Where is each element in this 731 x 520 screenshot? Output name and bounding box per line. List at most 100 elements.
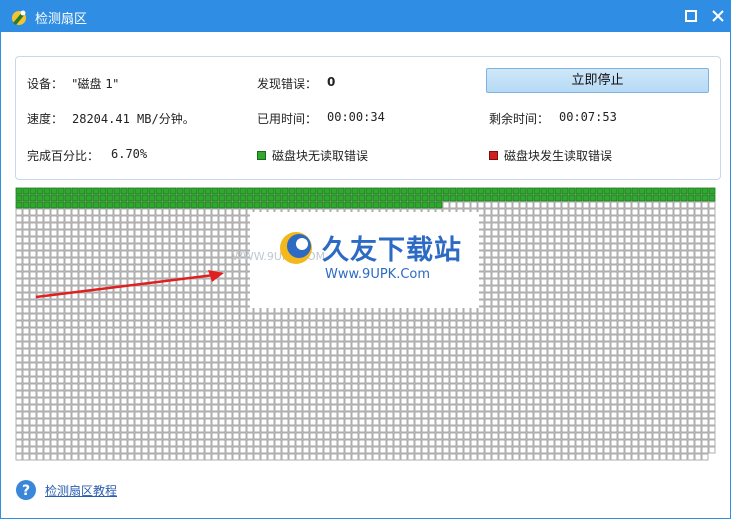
- disk-block: [85, 355, 93, 363]
- disk-block: [85, 194, 93, 202]
- disk-block: [141, 355, 149, 363]
- disk-block: [316, 446, 324, 454]
- disk-block: [582, 397, 590, 405]
- disk-block: [148, 222, 156, 230]
- disk-block: [659, 439, 667, 447]
- disk-block: [50, 341, 58, 349]
- disk-block: [134, 306, 142, 314]
- disk-block: [701, 327, 709, 335]
- disk-block: [50, 362, 58, 370]
- disk-block: [512, 292, 520, 300]
- disk-block: [421, 194, 429, 202]
- disk-block: [505, 236, 513, 244]
- disk-block: [680, 453, 688, 461]
- disk-block: [22, 264, 30, 272]
- disk-block: [519, 299, 527, 307]
- disk-block: [540, 376, 548, 384]
- disk-block: [176, 313, 184, 321]
- disk-block: [645, 299, 653, 307]
- disk-block: [582, 229, 590, 237]
- disk-block: [554, 439, 562, 447]
- disk-block: [204, 432, 212, 440]
- disk-block: [106, 201, 114, 209]
- disk-block: [127, 397, 135, 405]
- disk-block: [281, 439, 289, 447]
- disk-block: [78, 243, 86, 251]
- disk-block: [57, 201, 65, 209]
- disk-block: [274, 411, 282, 419]
- disk-block: [57, 194, 65, 202]
- disk-block: [708, 264, 716, 272]
- disk-block: [505, 404, 513, 412]
- disk-block: [99, 383, 107, 391]
- disk-block: [631, 236, 639, 244]
- disk-block: [22, 446, 30, 454]
- disk-block: [582, 411, 590, 419]
- disk-block: [134, 313, 142, 321]
- help-tutorial-link[interactable]: 检测扇区教程: [45, 482, 117, 499]
- disk-block: [666, 278, 674, 286]
- disk-block: [50, 243, 58, 251]
- disk-block: [561, 222, 569, 230]
- disk-block: [687, 222, 695, 230]
- disk-block: [638, 453, 646, 461]
- disk-block: [645, 229, 653, 237]
- disk-block: [120, 439, 128, 447]
- disk-block: [505, 383, 513, 391]
- disk-block: [603, 439, 611, 447]
- disk-block: [344, 397, 352, 405]
- disk-block: [15, 348, 23, 356]
- disk-block: [498, 355, 506, 363]
- title-bar[interactable]: 检测扇区: [1, 1, 730, 32]
- disk-block: [148, 250, 156, 258]
- disk-block: [190, 341, 198, 349]
- disk-block: [323, 369, 331, 377]
- disk-block: [316, 453, 324, 461]
- disk-block: [484, 243, 492, 251]
- disk-block: [365, 320, 373, 328]
- disk-block: [190, 397, 198, 405]
- help-question-icon[interactable]: ?: [15, 479, 37, 501]
- disk-block: [596, 299, 604, 307]
- disk-block: [631, 439, 639, 447]
- disk-block: [659, 292, 667, 300]
- disk-block: [596, 229, 604, 237]
- disk-block: [407, 418, 415, 426]
- disk-block: [85, 208, 93, 216]
- disk-block: [575, 271, 583, 279]
- disk-block: [253, 376, 261, 384]
- disk-block: [519, 243, 527, 251]
- disk-block: [624, 425, 632, 433]
- disk-block: [575, 278, 583, 286]
- disk-block: [204, 425, 212, 433]
- disk-block: [43, 383, 51, 391]
- disk-block: [148, 369, 156, 377]
- disk-block: [29, 250, 37, 258]
- disk-block: [610, 313, 618, 321]
- disk-block: [218, 257, 226, 265]
- maximize-icon[interactable]: [682, 7, 700, 25]
- disk-block: [106, 327, 114, 335]
- disk-block: [701, 453, 709, 461]
- disk-block: [57, 236, 65, 244]
- disk-block: [71, 243, 79, 251]
- disk-block: [239, 453, 247, 461]
- disk-block: [561, 418, 569, 426]
- disk-block: [519, 334, 527, 342]
- disk-block: [155, 257, 163, 265]
- disk-block: [29, 369, 37, 377]
- disk-block: [680, 404, 688, 412]
- disk-block: [701, 390, 709, 398]
- disk-block: [36, 257, 44, 265]
- disk-block: [645, 222, 653, 230]
- disk-block: [372, 411, 380, 419]
- disk-block: [554, 201, 562, 209]
- disk-block: [78, 397, 86, 405]
- close-icon[interactable]: [709, 7, 727, 25]
- disk-block: [113, 341, 121, 349]
- disk-block: [43, 390, 51, 398]
- stop-now-button[interactable]: 立即停止: [486, 68, 709, 93]
- disk-block: [120, 432, 128, 440]
- disk-block: [225, 404, 233, 412]
- disk-block: [106, 376, 114, 384]
